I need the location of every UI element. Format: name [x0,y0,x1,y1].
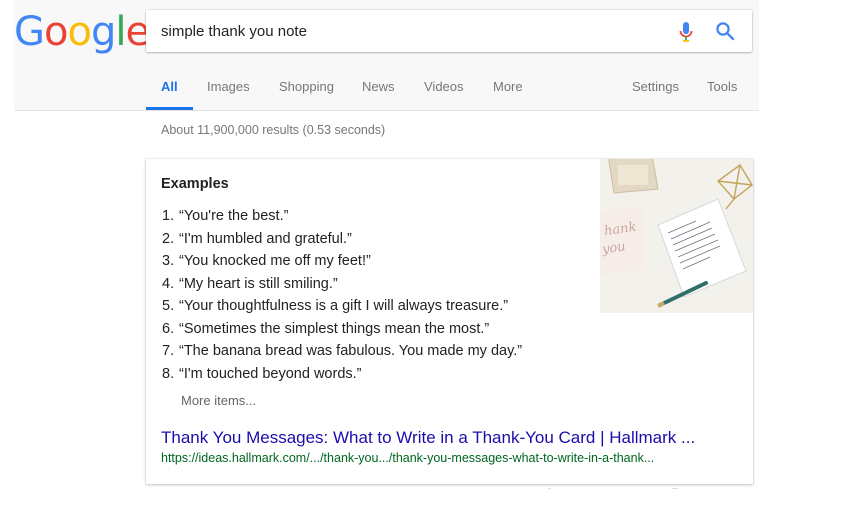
list-number: 5. [162,298,175,314]
logo-letter: o [44,9,69,55]
tab-settings[interactable]: Settings [632,79,679,94]
logo-letter: l [115,9,126,55]
list-text: “My heart is still smiling.” [179,275,338,292]
tab-images[interactable]: Images [207,79,250,94]
list-number: 6. [162,320,175,337]
more-items-link[interactable]: More items... [181,393,256,408]
list-item: 1. “You're the best.” [162,205,522,228]
divider [548,488,551,489]
google-logo[interactable]: Google [14,9,150,55]
list-item: 5. “Your thoughtfulness is a gift I will … [162,295,522,318]
divider [672,488,678,489]
active-tab-indicator [146,107,193,110]
logo-letter: o [67,9,92,55]
list-item: 3. “You knocked me off my feet!” [162,250,522,273]
list-text: “Sometimes the simplest things mean the … [179,320,490,337]
search-tabs: All Images Shopping News Videos More Set… [0,72,760,110]
list-number: 7. [162,343,175,359]
list-number: 1. [162,208,175,224]
snippet-title: Examples [161,176,229,192]
logo-letter: G [14,9,45,55]
list-item: 2. “I'm humbled and grateful.” [162,228,522,251]
list-text: “I'm humbled and grateful.” [179,230,352,247]
logo-letter: g [90,9,116,55]
tab-videos[interactable]: Videos [424,79,464,94]
featured-snippet: Examples 1. “You're the best.” 2. “I'm hum… [146,159,753,484]
examples-list: 1. “You're the best.” 2. “I'm humbled and … [162,205,522,385]
list-item: 7. “The banana bread was fabulous. You ma… [162,340,522,363]
tab-news[interactable]: News [362,79,395,94]
list-text: “You knocked me off my feet!” [179,253,371,269]
list-text: “You're the best.” [179,208,289,224]
result-stats: About 11,900,000 results (0.53 seconds) [161,123,386,137]
search-box [146,10,752,52]
list-item: 8. “I'm touched beyond words.” [162,363,522,386]
list-number: 2. [162,230,175,247]
list-text: “I'm touched beyond words.” [179,365,362,382]
mic-icon[interactable] [678,21,694,43]
list-number: 4. [162,275,175,292]
search-icon[interactable] [715,21,735,41]
list-number: 8. [162,365,175,382]
tab-shopping[interactable]: Shopping [279,79,334,94]
tab-all[interactable]: All [161,79,178,94]
list-item: 6. “Sometimes the simplest things mean th… [162,318,522,341]
list-number: 3. [162,253,175,269]
tab-tools[interactable]: Tools [707,79,737,94]
list-text: “Your thoughtfulness is a gift I will al… [179,298,509,314]
result-url: https://ideas.hallmark.com/.../thank-you… [161,451,655,465]
list-text: “The banana bread was fabulous. You made… [179,343,523,359]
list-item: 4. “My heart is still smiling.” [162,273,522,296]
search-input[interactable] [161,10,641,52]
thank-you-card-image[interactable]: hank you [600,159,753,313]
result-title-link[interactable]: Thank You Messages: What to Write in a T… [161,428,695,448]
tab-more[interactable]: More [493,79,523,94]
